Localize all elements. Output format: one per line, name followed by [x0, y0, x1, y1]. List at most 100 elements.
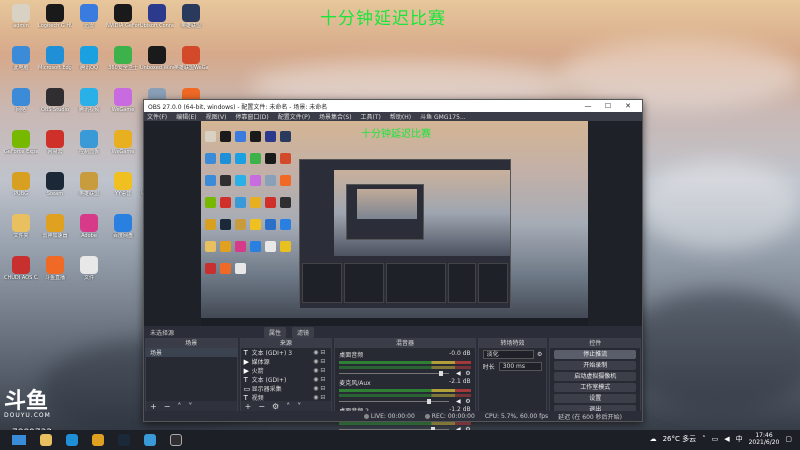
volume-icon[interactable]: ◀: [456, 398, 461, 405]
duration-input[interactable]: 300 ms: [498, 361, 543, 371]
desktop-icon[interactable]: admin: [4, 4, 38, 29]
desktop-icon[interactable]: NVIDIA GeForce: [106, 4, 140, 29]
source-item[interactable]: ▭ 显示器采集 ◉ ⊟: [241, 384, 332, 394]
visibility-icon[interactable]: ◉ ⊟: [313, 349, 331, 356]
control-button[interactable]: 启动虚拟摄像机: [554, 372, 637, 381]
obs-titlebar[interactable]: OBS 27.0.0 (64-bit, windows) - 配置文件: 未命名…: [144, 100, 642, 112]
gear-icon[interactable]: ⚙: [465, 370, 470, 377]
desktop-icon[interactable]: Adobe: [72, 214, 106, 239]
app-icon[interactable]: [144, 434, 156, 446]
control-button[interactable]: 设置: [554, 394, 637, 403]
menu-item[interactable]: 视图(V): [206, 112, 227, 121]
steam-icon[interactable]: [118, 434, 130, 446]
source-item[interactable]: ▶ 火箭 ◉ ⊟: [241, 366, 332, 376]
menu-item[interactable]: 场景集合(S): [319, 112, 352, 121]
desktop-icon[interactable]: WeGame: [106, 130, 140, 155]
desktop-icon[interactable]: 雷神加速器: [38, 214, 72, 239]
desktop-icon[interactable]: 控制面板: [72, 130, 106, 155]
desktop-icon[interactable]: CHUDI AOS CAD: [4, 256, 38, 281]
transition-select[interactable]: 淡化: [482, 349, 534, 359]
control-button[interactable]: 工作室模式: [554, 383, 637, 392]
properties-button[interactable]: 属性: [264, 326, 287, 338]
slider-knob[interactable]: [427, 399, 432, 404]
control-button[interactable]: 停止推流: [554, 350, 637, 359]
move-up-icon[interactable]: ˄: [286, 402, 290, 411]
gear-icon[interactable]: ⚙: [272, 402, 279, 411]
desktop-icon[interactable]: 英雄联盟WeGame: [174, 46, 208, 71]
visibility-icon[interactable]: ◉ ⊟: [313, 358, 331, 365]
obs-icon[interactable]: [170, 434, 182, 446]
desktop-icon[interactable]: WeGame: [106, 88, 140, 113]
remove-icon[interactable]: −: [258, 402, 265, 411]
weather-icon[interactable]: ☁: [650, 435, 657, 443]
move-down-icon[interactable]: ˅: [297, 402, 301, 411]
maximize-icon[interactable]: ☐: [598, 102, 618, 110]
source-item[interactable]: T 文本 (GDI+) 3 ◉ ⊟: [241, 348, 332, 358]
chrome-icon[interactable]: [92, 434, 104, 446]
desktop-icon[interactable]: PUBG: [4, 172, 38, 197]
minimize-icon[interactable]: —: [578, 102, 598, 110]
close-icon[interactable]: ✕: [618, 102, 638, 110]
desktop-icon[interactable]: 360安全卫士: [106, 46, 140, 71]
clock[interactable]: 17:46 2021/6/20: [749, 432, 780, 446]
desktop-icon[interactable]: 腾讯QQ: [72, 46, 106, 71]
slider-knob[interactable]: [439, 371, 444, 376]
move-up-icon[interactable]: ˄: [177, 402, 181, 411]
gear-icon[interactable]: ⚙: [537, 351, 542, 358]
desktop-icon[interactable]: GeForce Experience: [4, 130, 38, 155]
menu-item[interactable]: 配置文件(P): [278, 112, 310, 121]
source-item[interactable]: T 文本 (GDI+) ◉ ⊟: [241, 375, 332, 385]
desktop-icon[interactable]: YY语音: [106, 172, 140, 197]
desktop-icon[interactable]: 网易云: [38, 130, 72, 155]
menu-item[interactable]: 工具(T): [361, 112, 381, 121]
remove-icon[interactable]: −: [164, 402, 171, 411]
volume-slider[interactable]: ◀⚙: [339, 370, 471, 377]
menu-item[interactable]: 帮助(H): [390, 112, 411, 121]
notification-icon[interactable]: ▢: [785, 435, 792, 443]
visibility-icon[interactable]: ◉ ⊟: [313, 385, 331, 392]
volume-icon[interactable]: ◀: [456, 370, 461, 377]
volume-slider[interactable]: ◀⚙: [339, 398, 471, 405]
desktop-icon[interactable]: OBS Studio: [38, 88, 72, 113]
desktop-icon[interactable]: 英雄联盟: [174, 4, 208, 29]
desktop-icon[interactable]: 此电脑: [4, 46, 38, 71]
desktop-icon[interactable]: 斗鱼直播: [38, 256, 72, 281]
add-icon[interactable]: +: [245, 402, 252, 411]
weather-text[interactable]: 26°C 多云: [663, 434, 697, 444]
desktop-icon[interactable]: Logitech G HUB: [38, 4, 72, 29]
desktop-icon[interactable]: 腾讯视频: [72, 88, 106, 113]
desktop-icon[interactable]: 网络: [4, 88, 38, 113]
visibility-icon[interactable]: ◉ ⊟: [313, 376, 331, 383]
menu-item[interactable]: 停靠窗口(D): [235, 112, 268, 121]
start-icon[interactable]: [12, 435, 26, 445]
obs-window[interactable]: OBS 27.0.0 (64-bit, windows) - 配置文件: 未命名…: [143, 99, 643, 433]
add-icon[interactable]: +: [150, 402, 157, 411]
network-icon[interactable]: ▭: [712, 435, 719, 443]
scene-item[interactable]: 场景: [146, 348, 237, 357]
menu-item[interactable]: 编辑(E): [176, 112, 196, 121]
desktop-icon[interactable]: 英雄联盟: [72, 172, 106, 197]
gear-icon[interactable]: ⚙: [465, 398, 470, 405]
chevron-up-icon[interactable]: ˄: [702, 435, 706, 443]
menu-item[interactable]: 文件(F): [147, 112, 167, 121]
source-item[interactable]: ▶ 媒体源 ◉ ⊟: [241, 357, 332, 367]
edge-icon[interactable]: [66, 434, 78, 446]
preview-canvas[interactable]: 十分钟延迟比赛: [201, 121, 588, 326]
desktop-icon[interactable]: Microsoft Edge: [38, 46, 72, 71]
file-explorer-icon[interactable]: [40, 434, 52, 446]
desktop-icon[interactable]: 文件: [72, 256, 106, 281]
filters-button[interactable]: 滤镜: [292, 326, 315, 338]
volume-icon[interactable]: ◀: [724, 435, 729, 443]
menu-item[interactable]: 斗鱼 GMG175...: [420, 112, 466, 121]
desktop-icon[interactable]: 文件夹: [4, 214, 38, 239]
desktop-icon[interactable]: Ubisoft Connect: [140, 4, 174, 29]
move-down-icon[interactable]: ˅: [188, 402, 192, 411]
visibility-icon[interactable]: ◉ ⊟: [313, 367, 331, 374]
desktop-icon[interactable]: Steam: [38, 172, 72, 197]
control-button[interactable]: 开始录制: [554, 361, 637, 370]
desktop-icon[interactable]: Unboxed Windows: [140, 46, 174, 71]
desktop-icon[interactable]: 迅雷: [72, 4, 106, 29]
desktop-icon[interactable]: 百度网盘: [106, 214, 140, 239]
visibility-icon[interactable]: ◉ ⊟: [313, 394, 331, 401]
ime-indicator[interactable]: 中: [736, 434, 743, 444]
